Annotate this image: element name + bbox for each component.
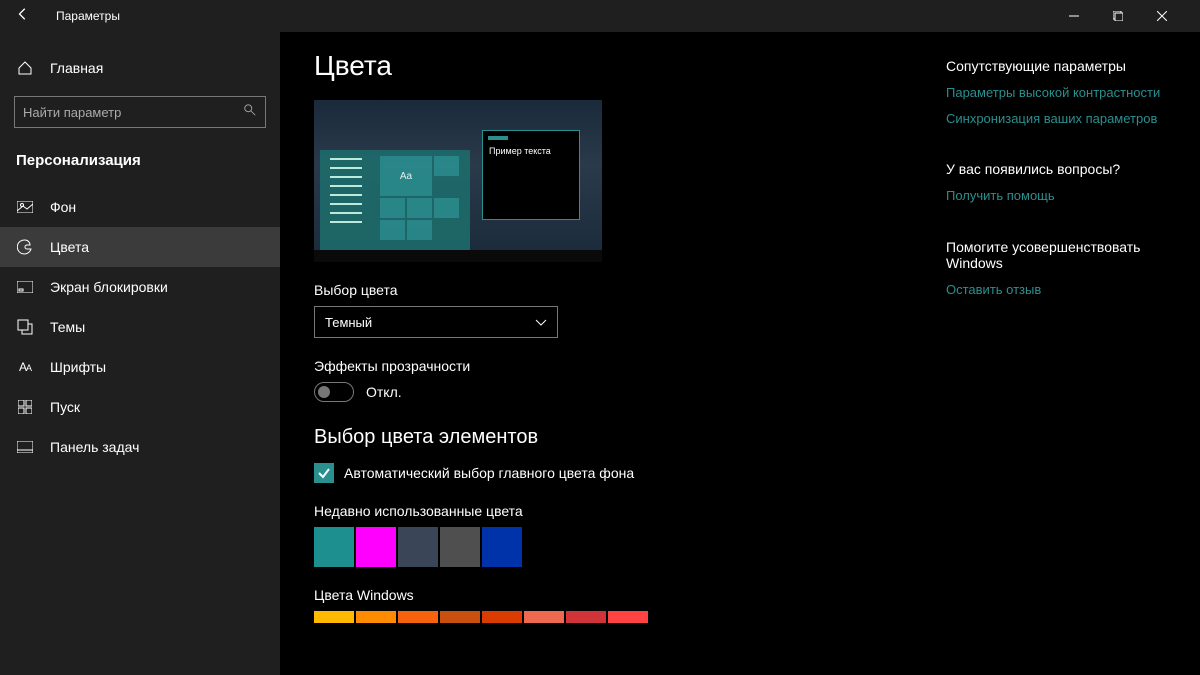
transparency-label: Эффекты прозрачности bbox=[314, 358, 926, 374]
choose-color-label: Выбор цвета bbox=[314, 282, 926, 298]
close-button[interactable] bbox=[1140, 0, 1184, 32]
sidebar-item-start[interactable]: Пуск bbox=[0, 387, 280, 427]
related-link-sync[interactable]: Синхронизация ваших параметров bbox=[946, 110, 1166, 128]
search-input[interactable] bbox=[23, 105, 243, 120]
lockscreen-icon bbox=[16, 278, 34, 296]
sidebar-item-colors[interactable]: Цвета bbox=[0, 227, 280, 267]
questions-heading: У вас появились вопросы? bbox=[946, 161, 1166, 177]
taskbar-icon bbox=[16, 438, 34, 456]
palette-icon bbox=[16, 238, 34, 256]
sidebar-section-title: Персонализация bbox=[0, 144, 280, 187]
minimize-button[interactable] bbox=[1052, 0, 1096, 32]
transparency-state: Откл. bbox=[366, 384, 402, 400]
sidebar-home-label: Главная bbox=[50, 60, 103, 76]
color-swatch[interactable] bbox=[482, 527, 522, 567]
related-link-contrast[interactable]: Параметры высокой контрастности bbox=[946, 84, 1166, 102]
maximize-button[interactable] bbox=[1096, 0, 1140, 32]
sidebar-item-themes[interactable]: Темы bbox=[0, 307, 280, 347]
color-swatch[interactable] bbox=[608, 611, 648, 623]
sidebar-item-label: Шрифты bbox=[50, 359, 106, 375]
preview-sample-text: Пример текста bbox=[483, 146, 579, 156]
sidebar-item-taskbar[interactable]: Панель задач bbox=[0, 427, 280, 467]
feedback-link[interactable]: Оставить отзыв bbox=[946, 281, 1166, 299]
preview-tile-aa: Aa bbox=[380, 156, 432, 196]
auto-accent-checkbox[interactable] bbox=[314, 463, 334, 483]
improve-heading: Помогите усовершенствовать Windows bbox=[946, 239, 1166, 271]
dropdown-value: Темный bbox=[325, 315, 372, 330]
picture-icon bbox=[16, 198, 34, 216]
titlebar: Параметры bbox=[0, 0, 1200, 32]
sidebar-item-label: Пуск bbox=[50, 399, 80, 415]
recent-colors-label: Недавно использованные цвета bbox=[314, 503, 926, 519]
color-swatch[interactable] bbox=[398, 611, 438, 623]
sidebar-item-lockscreen[interactable]: Экран блокировки bbox=[0, 267, 280, 307]
home-icon bbox=[16, 59, 34, 77]
color-preview: Aa Пример текста bbox=[314, 100, 602, 262]
transparency-toggle[interactable] bbox=[314, 382, 354, 402]
color-swatch[interactable] bbox=[440, 611, 480, 623]
right-column: Сопутствующие параметры Параметры высоко… bbox=[946, 50, 1166, 657]
chevron-down-icon bbox=[535, 315, 547, 330]
search-input-container[interactable] bbox=[14, 96, 266, 128]
fonts-icon: AA bbox=[16, 358, 34, 376]
accent-heading: Выбор цвета элементов bbox=[314, 426, 926, 449]
color-swatch[interactable] bbox=[524, 611, 564, 623]
content: Цвета Aa Пример текста Выбор цвета Темны… bbox=[314, 50, 926, 657]
sidebar-item-label: Темы bbox=[50, 319, 85, 335]
page-title: Цвета bbox=[314, 50, 926, 82]
search-icon bbox=[243, 103, 257, 122]
choose-color-dropdown[interactable]: Темный bbox=[314, 306, 558, 338]
sidebar-item-label: Цвета bbox=[50, 239, 89, 255]
windows-color-swatches bbox=[314, 611, 926, 623]
sidebar-item-label: Экран блокировки bbox=[50, 279, 168, 295]
auto-accent-label: Автоматический выбор главного цвета фона bbox=[344, 465, 634, 481]
color-swatch[interactable] bbox=[398, 527, 438, 567]
sidebar-home[interactable]: Главная bbox=[0, 48, 280, 88]
color-swatch[interactable] bbox=[356, 611, 396, 623]
color-swatch[interactable] bbox=[482, 611, 522, 623]
sidebar-item-label: Фон bbox=[50, 199, 76, 215]
window-title: Параметры bbox=[56, 9, 120, 23]
sidebar-item-background[interactable]: Фон bbox=[0, 187, 280, 227]
sidebar-item-fonts[interactable]: AA Шрифты bbox=[0, 347, 280, 387]
color-swatch[interactable] bbox=[440, 527, 480, 567]
themes-icon bbox=[16, 318, 34, 336]
color-swatch[interactable] bbox=[566, 611, 606, 623]
sidebar-item-label: Панель задач bbox=[50, 439, 139, 455]
start-icon bbox=[16, 398, 34, 416]
color-swatch[interactable] bbox=[314, 611, 354, 623]
back-button[interactable] bbox=[16, 7, 40, 26]
recent-color-swatches bbox=[314, 527, 926, 567]
help-link[interactable]: Получить помощь bbox=[946, 187, 1166, 205]
related-heading: Сопутствующие параметры bbox=[946, 58, 1166, 74]
windows-colors-label: Цвета Windows bbox=[314, 587, 926, 603]
color-swatch[interactable] bbox=[314, 527, 354, 567]
color-swatch[interactable] bbox=[356, 527, 396, 567]
sidebar: Главная Персонализация Фон Цвета Экран б… bbox=[0, 32, 280, 675]
